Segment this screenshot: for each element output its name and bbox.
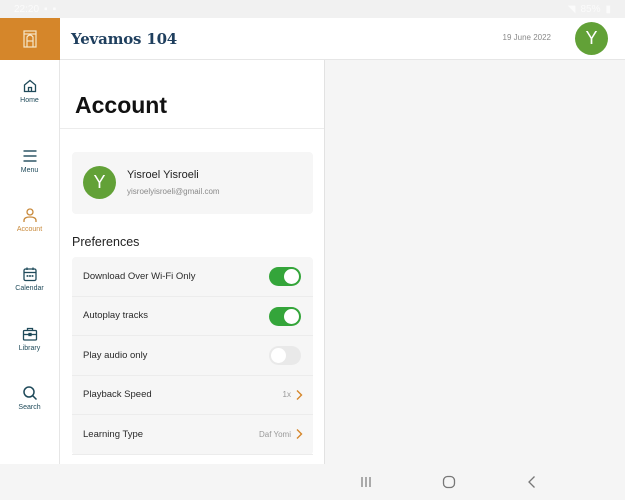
preferences-list: Download Over Wi-Fi Only Autoplay tracks… — [72, 257, 313, 455]
pref-playback-speed[interactable]: Playback Speed 1x — [72, 376, 313, 415]
sidebar-item-label: Home — [20, 97, 39, 104]
preferences-heading: Preferences — [72, 235, 140, 249]
autoplay-toggle[interactable] — [269, 306, 301, 326]
status-time: 22:20 — [14, 3, 40, 15]
sidebar-item-label: Calendar — [15, 285, 44, 292]
recent-apps-icon[interactable] — [358, 474, 374, 490]
app-logo[interactable] — [0, 18, 60, 60]
detail-pane — [326, 60, 625, 464]
calendar-icon — [22, 267, 37, 282]
sidebar: Home Menu Account Calendar Library Searc… — [0, 60, 60, 464]
battery-level: 85% — [580, 3, 601, 15]
wifi-icon: ◥ — [567, 3, 576, 15]
logo-icon — [23, 30, 37, 48]
pref-label: Learning Type — [83, 428, 144, 440]
library-icon — [22, 327, 37, 341]
chevron-right-icon — [296, 429, 303, 439]
pref-label: Autoplay tracks — [83, 310, 148, 322]
screen: 22:20 ▪ ▪ ◥ 85% ▮ Yevamos 104 19 June 20… — [0, 0, 625, 500]
sidebar-item-label: Library — [18, 345, 41, 352]
playback-speed-value: 1x — [282, 390, 291, 400]
profile-email: yisroelyisroeli@gmail.com — [127, 187, 220, 196]
status-bar: 22:20 ▪ ▪ ◥ 85% ▮ — [0, 0, 625, 18]
notification-icon: ▪ — [44, 3, 48, 15]
toggle-knob — [271, 348, 286, 363]
sidebar-item-home[interactable]: Home — [0, 66, 59, 116]
profile-name: Yisroel Yisroeli — [127, 169, 199, 181]
pref-download-wifi-only[interactable]: Download Over Wi-Fi Only — [72, 257, 313, 297]
sidebar-item-label: Account — [16, 226, 43, 233]
sidebar-item-label: Menu — [20, 167, 39, 174]
menu-icon — [23, 150, 36, 162]
toggle-knob — [284, 269, 299, 284]
battery-icon: ▮ — [605, 3, 611, 15]
sidebar-item-calendar[interactable]: Calendar — [0, 254, 59, 304]
page-header-title[interactable]: Yevamos 104 — [71, 30, 177, 48]
panel-header: Account — [60, 60, 324, 129]
profile-card[interactable]: Y Yisroel Yisroeli yisroelyisroeli@gmail… — [72, 152, 313, 214]
account-panel: Account Y Yisroel Yisroeli yisroelyisroe… — [60, 60, 325, 464]
account-icon — [22, 208, 37, 222]
sidebar-item-account[interactable]: Account — [0, 195, 59, 245]
notification-icon: ▪ — [52, 3, 57, 15]
learning-type-value: Daf Yomi — [258, 429, 291, 439]
sidebar-item-library[interactable]: Library — [0, 314, 59, 364]
header-date: 19 June 2022 — [502, 33, 552, 42]
top-header: Yevamos 104 19 June 2022 Y — [60, 18, 625, 60]
sidebar-item-menu[interactable]: Menu — [0, 136, 59, 186]
search-icon — [22, 386, 37, 401]
sidebar-item-label: Search — [18, 404, 41, 411]
back-icon[interactable] — [524, 474, 540, 490]
pref-label: Play audio only — [83, 349, 148, 361]
audio-only-toggle[interactable] — [269, 346, 301, 365]
pref-learning-type[interactable]: Learning Type Daf Yomi — [72, 415, 313, 455]
user-avatar[interactable]: Y — [575, 22, 608, 55]
pref-label: Download Over Wi-Fi Only — [83, 270, 196, 282]
toggle-knob — [284, 308, 299, 324]
pref-play-audio-only[interactable]: Play audio only — [72, 336, 313, 376]
chevron-right-icon — [296, 389, 303, 400]
profile-avatar: Y — [83, 166, 116, 199]
sidebar-item-search[interactable]: Search — [0, 373, 59, 423]
wifi-only-toggle[interactable] — [269, 267, 301, 286]
home-button-icon[interactable] — [441, 474, 457, 490]
page-title: Account — [75, 92, 167, 118]
home-icon — [23, 79, 36, 93]
pref-label: Playback Speed — [83, 389, 152, 401]
system-navigation-bar — [0, 464, 625, 500]
pref-autoplay-tracks[interactable]: Autoplay tracks — [72, 297, 313, 336]
